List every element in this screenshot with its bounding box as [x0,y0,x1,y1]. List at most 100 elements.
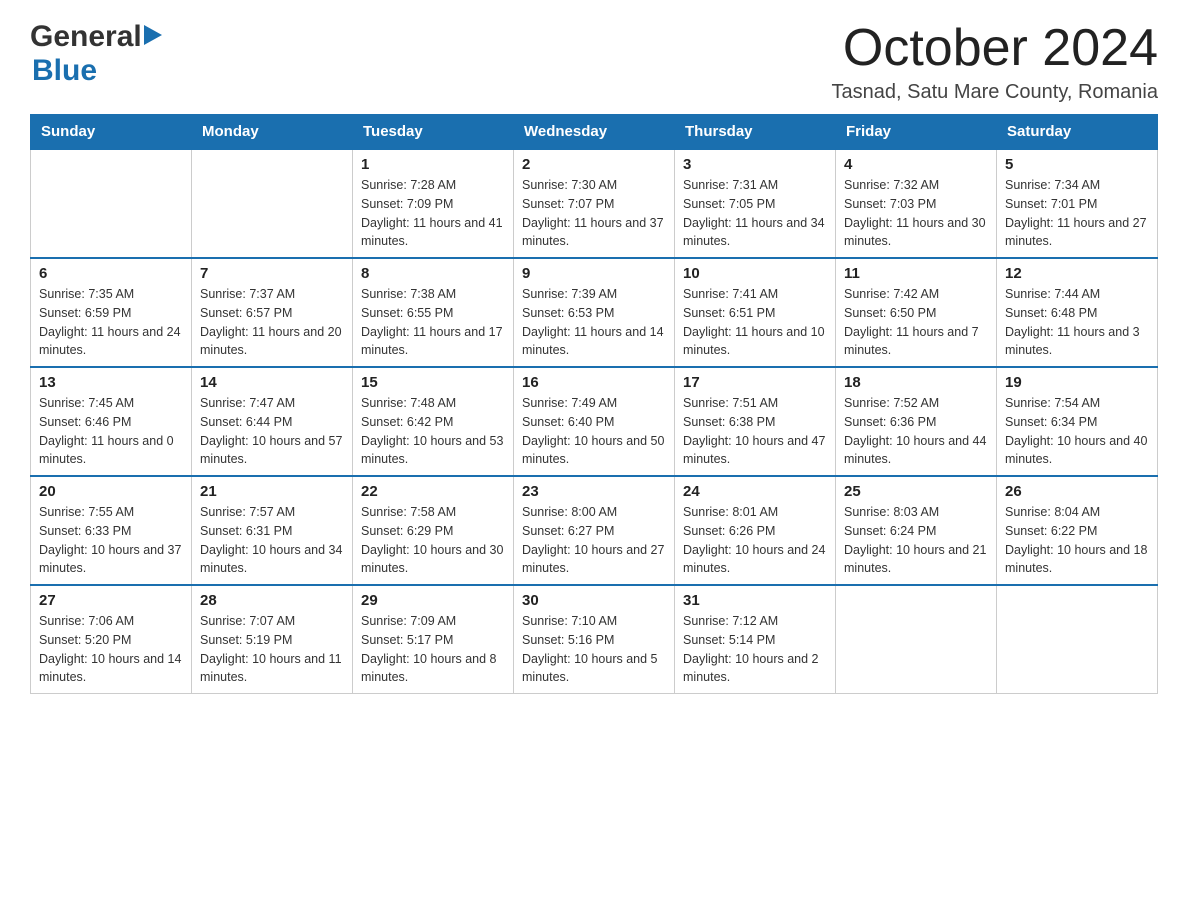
calendar-week-row: 6Sunrise: 7:35 AMSunset: 6:59 PMDaylight… [31,258,1158,367]
calendar-day-cell: 5 Sunrise: 7:34 AMSunset: 7:01 PMDaylight… [997,149,1158,258]
day-info: Sunrise: 8:04 AMSunset: 6:22 PMDaylight:… [1005,503,1149,578]
calendar-day-cell: 20 Sunrise: 7:55 AMSunset: 6:33 PMDayligh… [31,476,192,585]
calendar-day-cell: 29Sunrise: 7:09 AMSunset: 5:17 PMDayligh… [353,585,514,694]
calendar-day-cell [836,585,997,694]
day-info: Sunrise: 7:30 AMSunset: 7:07 PMDaylight:… [522,176,666,251]
day-number: 25 [844,483,988,500]
day-number: 12 [1005,265,1149,282]
page-header: General Blue October 2024 Tasnad, Satu M… [30,20,1158,104]
calendar-day-cell: 11 Sunrise: 7:42 AMSunset: 6:50 PMDayligh… [836,258,997,367]
calendar-day-cell: 14 Sunrise: 7:47 AMSunset: 6:44 PMDayligh… [192,367,353,476]
day-info: Sunrise: 7:38 AMSunset: 6:55 PMDaylight:… [361,285,505,360]
day-number: 13 [39,374,183,391]
day-info: Sunrise: 7:49 AMSunset: 6:40 PMDaylight:… [522,394,666,469]
day-number: 20 [39,483,183,500]
weekday-header: Saturday [997,115,1158,150]
calendar-day-cell: 4 Sunrise: 7:32 AMSunset: 7:03 PMDaylight… [836,149,997,258]
day-info: Sunrise: 8:03 AMSunset: 6:24 PMDaylight:… [844,503,988,578]
calendar-day-cell [192,149,353,258]
day-info: Sunrise: 7:45 AMSunset: 6:46 PMDaylight:… [39,394,183,469]
day-info: Sunrise: 7:28 AMSunset: 7:09 PMDaylight:… [361,176,505,251]
calendar-day-cell: 24Sunrise: 8:01 AMSunset: 6:26 PMDayligh… [675,476,836,585]
weekday-header: Monday [192,115,353,150]
month-title: October 2024 [832,20,1158,77]
calendar-table: SundayMondayTuesdayWednesdayThursdayFrid… [30,114,1158,694]
weekday-header: Tuesday [353,115,514,150]
day-number: 26 [1005,483,1149,500]
calendar-day-cell: 16 Sunrise: 7:49 AMSunset: 6:40 PMDayligh… [514,367,675,476]
day-number: 16 [522,374,666,391]
day-info: Sunrise: 7:06 AMSunset: 5:20 PMDaylight:… [39,612,183,687]
calendar-day-cell: 31Sunrise: 7:12 AMSunset: 5:14 PMDayligh… [675,585,836,694]
day-number: 17 [683,374,827,391]
weekday-header: Wednesday [514,115,675,150]
day-info: Sunrise: 7:57 AMSunset: 6:31 PMDaylight:… [200,503,344,578]
calendar-day-cell: 8 Sunrise: 7:38 AMSunset: 6:55 PMDaylight… [353,258,514,367]
day-info: Sunrise: 7:34 AMSunset: 7:01 PMDaylight:… [1005,176,1149,251]
calendar-day-cell: 26 Sunrise: 8:04 AMSunset: 6:22 PMDayligh… [997,476,1158,585]
day-number: 6 [39,265,183,282]
day-number: 4 [844,156,988,173]
calendar-day-cell: 9 Sunrise: 7:39 AMSunset: 6:53 PMDaylight… [514,258,675,367]
day-info: Sunrise: 7:07 AMSunset: 5:19 PMDaylight:… [200,612,344,687]
calendar-day-cell: 17 Sunrise: 7:51 AMSunset: 6:38 PMDayligh… [675,367,836,476]
day-info: Sunrise: 7:31 AMSunset: 7:05 PMDaylight:… [683,176,827,251]
day-number: 27 [39,592,183,609]
title-block: October 2024 Tasnad, Satu Mare County, R… [832,20,1158,104]
day-number: 5 [1005,156,1149,173]
day-number: 28 [200,592,344,609]
day-info: Sunrise: 7:52 AMSunset: 6:36 PMDaylight:… [844,394,988,469]
day-number: 30 [522,592,666,609]
day-number: 9 [522,265,666,282]
day-number: 11 [844,265,988,282]
calendar-day-cell [31,149,192,258]
weekday-header: Sunday [31,115,192,150]
day-number: 7 [200,265,344,282]
calendar-day-cell: 21 Sunrise: 7:57 AMSunset: 6:31 PMDayligh… [192,476,353,585]
calendar-day-cell: 19 Sunrise: 7:54 AMSunset: 6:34 PMDayligh… [997,367,1158,476]
day-info: Sunrise: 7:51 AMSunset: 6:38 PMDaylight:… [683,394,827,469]
day-info: Sunrise: 7:55 AMSunset: 6:33 PMDaylight:… [39,503,183,578]
day-info: Sunrise: 7:32 AMSunset: 7:03 PMDaylight:… [844,176,988,251]
calendar-week-row: 13 Sunrise: 7:45 AMSunset: 6:46 PMDayligh… [31,367,1158,476]
calendar-day-cell: 28 Sunrise: 7:07 AMSunset: 5:19 PMDayligh… [192,585,353,694]
day-info: Sunrise: 7:09 AMSunset: 5:17 PMDaylight:… [361,612,505,687]
day-info: Sunrise: 7:42 AMSunset: 6:50 PMDaylight:… [844,285,988,360]
day-number: 1 [361,156,505,173]
day-info: Sunrise: 7:39 AMSunset: 6:53 PMDaylight:… [522,285,666,360]
calendar-day-cell: 12 Sunrise: 7:44 AMSunset: 6:48 PMDayligh… [997,258,1158,367]
day-number: 21 [200,483,344,500]
day-info: Sunrise: 7:58 AMSunset: 6:29 PMDaylight:… [361,503,505,578]
calendar-day-cell: 1 Sunrise: 7:28 AMSunset: 7:09 PMDaylight… [353,149,514,258]
calendar-day-cell: 15Sunrise: 7:48 AMSunset: 6:42 PMDayligh… [353,367,514,476]
day-number: 14 [200,374,344,391]
calendar-day-cell: 6Sunrise: 7:35 AMSunset: 6:59 PMDaylight… [31,258,192,367]
logo-arrow-icon [144,25,162,50]
day-info: Sunrise: 8:00 AMSunset: 6:27 PMDaylight:… [522,503,666,578]
calendar-day-cell [997,585,1158,694]
calendar-day-cell: 3 Sunrise: 7:31 AMSunset: 7:05 PMDaylight… [675,149,836,258]
weekday-header: Friday [836,115,997,150]
day-info: Sunrise: 7:44 AMSunset: 6:48 PMDaylight:… [1005,285,1149,360]
day-number: 24 [683,483,827,500]
logo-blue-text: Blue [32,54,97,88]
calendar-day-cell: 7Sunrise: 7:37 AMSunset: 6:57 PMDaylight… [192,258,353,367]
day-number: 3 [683,156,827,173]
calendar-day-cell: 22Sunrise: 7:58 AMSunset: 6:29 PMDayligh… [353,476,514,585]
day-info: Sunrise: 7:10 AMSunset: 5:16 PMDaylight:… [522,612,666,687]
day-number: 19 [1005,374,1149,391]
day-number: 2 [522,156,666,173]
logo: General Blue [30,20,162,88]
day-number: 31 [683,592,827,609]
calendar-day-cell: 27 Sunrise: 7:06 AMSunset: 5:20 PMDayligh… [31,585,192,694]
day-info: Sunrise: 7:54 AMSunset: 6:34 PMDaylight:… [1005,394,1149,469]
calendar-week-row: 20 Sunrise: 7:55 AMSunset: 6:33 PMDayligh… [31,476,1158,585]
calendar-week-row: 27 Sunrise: 7:06 AMSunset: 5:20 PMDayligh… [31,585,1158,694]
calendar-day-cell: 18Sunrise: 7:52 AMSunset: 6:36 PMDayligh… [836,367,997,476]
weekday-header-row: SundayMondayTuesdayWednesdayThursdayFrid… [31,115,1158,150]
day-number: 8 [361,265,505,282]
calendar-day-cell: 2 Sunrise: 7:30 AMSunset: 7:07 PMDaylight… [514,149,675,258]
day-number: 10 [683,265,827,282]
day-info: Sunrise: 7:47 AMSunset: 6:44 PMDaylight:… [200,394,344,469]
day-info: Sunrise: 7:41 AMSunset: 6:51 PMDaylight:… [683,285,827,360]
